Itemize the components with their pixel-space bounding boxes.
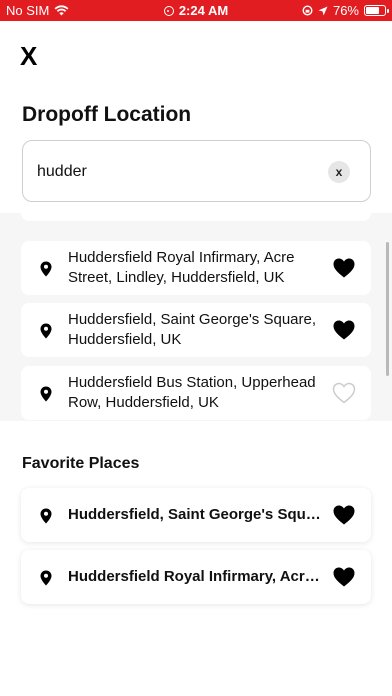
page-title: Dropoff Location (22, 103, 192, 126)
clear-search-button[interactable]: x (328, 161, 350, 183)
location-pin-icon (40, 386, 52, 402)
favorite-address: Huddersfield Royal Infirmary, Acre Stree… (68, 568, 328, 585)
battery-icon (364, 5, 389, 16)
search-result-item[interactable]: Huddersfield Bus Station, Upperhead Row,… (21, 366, 371, 420)
favorite-address: Huddersfield, Saint George's Square, Hud… (68, 506, 328, 523)
search-result-item[interactable]: Huddersfield Royal Infirmary, Acre Stree… (21, 241, 371, 295)
status-bar: No SIM 2:24 AM 76% (0, 0, 392, 21)
location-pin-icon (40, 508, 52, 524)
battery-percent: 76% (332, 3, 359, 18)
heart-filled-icon[interactable] (332, 257, 356, 279)
clock: 2:24 AM (178, 3, 229, 18)
battery-fill (366, 7, 379, 14)
search-results-list[interactable]: Huddersfield Royal Infirmary, Acre Stree… (0, 213, 392, 421)
location-arrow-icon (318, 6, 328, 15)
scrollbar[interactable] (386, 242, 389, 376)
search-input[interactable] (37, 160, 317, 184)
result-address: Huddersfield, Saint George's Square, Hud… (68, 311, 317, 348)
list-item[interactable] (21, 213, 371, 221)
result-address: Huddersfield Bus Station, Upperhead Row,… (68, 374, 316, 411)
search-field[interactable]: x (22, 140, 371, 202)
location-pin-icon (40, 570, 52, 586)
heart-outline-icon[interactable] (332, 382, 356, 404)
heart-filled-icon[interactable] (332, 566, 356, 588)
status-bar-right: 76% (302, 3, 389, 18)
result-address: Huddersfield Royal Infirmary, Acre Stree… (68, 249, 295, 286)
favorite-item[interactable]: Huddersfield, Saint George's Square, Hud… (21, 488, 371, 542)
favorites-heading: Favorite Places (22, 455, 140, 472)
favorite-item[interactable]: Huddersfield Royal Infirmary, Acre Stree… (21, 550, 371, 604)
location-pin-icon (40, 261, 52, 277)
location-pin-icon (40, 323, 52, 339)
close-button[interactable]: X (20, 43, 42, 69)
heart-filled-icon[interactable] (332, 319, 356, 341)
heart-filled-icon[interactable] (332, 504, 356, 526)
orientation-lock-icon (302, 5, 313, 16)
search-result-item[interactable]: Huddersfield, Saint George's Square, Hud… (21, 303, 371, 357)
alarm-icon (163, 6, 174, 16)
